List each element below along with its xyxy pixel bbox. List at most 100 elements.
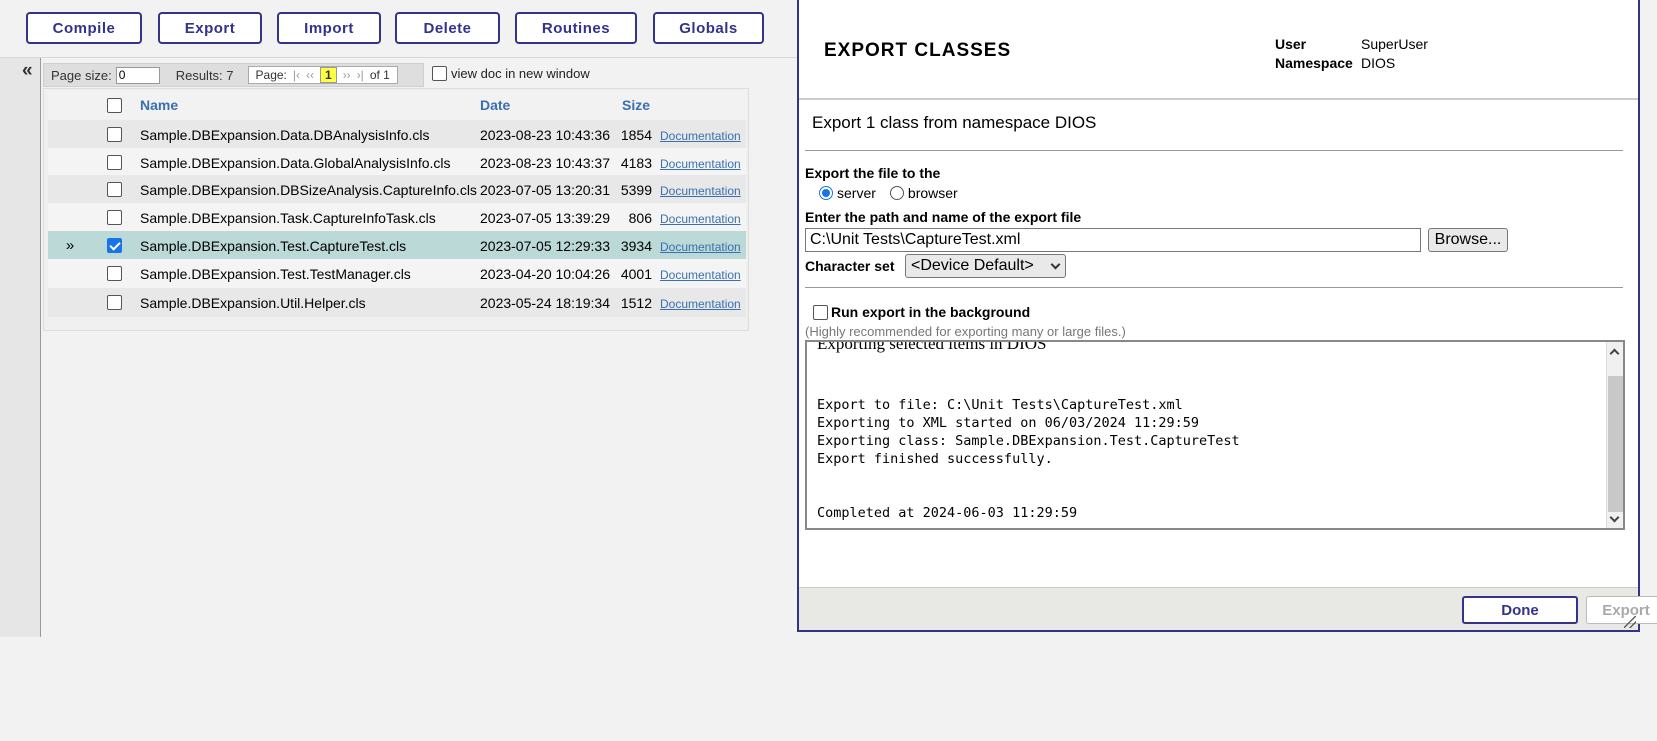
row-checkbox[interactable] [106,295,122,310]
log-partial-line: Exporting selected items in DIOS [817,340,1047,353]
dialog-header: EXPORT CLASSES User SuperUser Namespace … [799,0,1638,100]
table-row[interactable]: Sample.DBExpansion.Test.TestManager.cls … [48,259,746,288]
export-toolbar-button[interactable]: Export [158,12,262,44]
chevron-down-icon [1050,259,1061,270]
class-date: 2023-08-23 10:43:37 [480,154,610,171]
table-row[interactable]: Sample.DBExpansion.Util.Helper.cls 2023-… [48,288,746,317]
server-radio[interactable] [819,186,833,200]
view-doc-label: view doc in new window [451,66,590,81]
log-text: Export to file: C:\Unit Tests\CaptureTes… [817,397,1240,521]
prev-page-icon[interactable]: ‹‹ [306,68,314,82]
class-name: Sample.DBExpansion.DBSizeAnalysis.Captur… [140,181,477,198]
toolbar: Compile Export Import Delete Routines Gl… [0,0,800,58]
import-button[interactable]: Import [277,12,381,44]
class-size: 3934 [620,237,652,254]
class-size: 4183 [620,154,652,171]
routines-button[interactable]: Routines [515,12,637,44]
dialog-footer: Done Export [799,587,1657,630]
scroll-thumb[interactable] [1608,376,1623,512]
divider [805,287,1623,288]
export-path-input[interactable] [805,228,1421,252]
user-value: SuperUser [1361,36,1428,52]
documentation-link[interactable]: Documentation [660,240,741,254]
next-page-icon[interactable]: ›› [343,68,351,82]
documentation-link[interactable]: Documentation [660,297,741,311]
class-size: 4001 [620,265,652,282]
log-scrollbar[interactable] [1606,342,1623,528]
view-doc-checkbox[interactable] [432,66,447,81]
scroll-down-icon[interactable] [1609,512,1620,523]
collapse-icon[interactable]: « [22,60,33,82]
class-date: 2023-07-05 13:39:29 [480,209,610,226]
export-classes-dialog: EXPORT CLASSES User SuperUser Namespace … [797,0,1657,632]
page-size-label: Page size: [51,67,112,83]
page-size-input[interactable] [115,66,160,84]
browse-button[interactable]: Browse... [1428,228,1508,252]
view-doc-option: view doc in new window [432,66,590,81]
classes-table: Name Date Size Sample.DBExpansion.Data.D… [43,88,749,331]
class-date: 2023-04-20 10:04:26 [480,265,610,282]
user-label: User [1275,36,1307,52]
documentation-link[interactable]: Documentation [660,268,741,282]
results-count: Results: 7 [175,67,234,83]
browser-radio-label: browser [907,185,958,201]
class-name: Sample.DBExpansion.Data.GlobalAnalysisIn… [140,154,451,171]
documentation-link[interactable]: Documentation [660,212,741,226]
date-column-header[interactable]: Date [476,97,618,113]
browser-radio[interactable] [889,186,904,200]
current-page[interactable]: 1 [320,67,337,83]
namespace-value: DIOS [1361,55,1396,71]
class-date: 2023-05-24 18:19:34 [480,294,610,311]
class-name: Sample.DBExpansion.Test.CaptureTest.cls [140,237,407,254]
class-size: 5399 [620,181,652,198]
last-page-icon[interactable]: ›| [357,68,364,82]
class-size: 1854 [620,126,652,143]
documentation-link[interactable]: Documentation [660,184,741,198]
charset-select[interactable]: <Device Default> [905,254,1066,278]
scroll-up-icon[interactable] [1609,348,1620,359]
background-checkbox[interactable] [813,304,828,320]
background-hint: (Highly recommended for exporting many o… [805,324,1126,339]
table-row[interactable]: Sample.DBExpansion.Task.CaptureInfoTask.… [48,203,746,232]
export-log[interactable]: Exporting selected items in DIOS Export … [805,340,1625,530]
class-size: 1512 [620,294,652,311]
done-button[interactable]: Done [1462,596,1578,624]
class-date: 2023-07-05 13:20:31 [480,181,610,198]
class-name: Sample.DBExpansion.Test.TestManager.cls [140,265,411,282]
dialog-subtitle: Export 1 class from namespace DIOS [812,113,1097,132]
left-panel-strip [0,58,41,637]
resize-grip-icon[interactable] [1624,616,1636,628]
globals-button[interactable]: Globals [653,12,764,44]
table-row[interactable]: Sample.DBExpansion.DBSizeAnalysis.Captur… [48,175,746,204]
compile-button[interactable]: Compile [26,12,142,44]
row-checkbox[interactable] [106,182,122,197]
row-checkbox[interactable] [106,127,122,142]
select-all-checkbox[interactable] [106,97,122,113]
class-date: 2023-07-05 12:29:33 [480,237,610,254]
delete-button[interactable]: Delete [395,12,500,44]
table-row[interactable]: Sample.DBExpansion.Data.DBAnalysisInfo.c… [48,120,746,149]
class-name: Sample.DBExpansion.Util.Helper.cls [140,294,366,311]
documentation-link[interactable]: Documentation [660,157,741,171]
dialog-title: EXPORT CLASSES [824,40,1012,61]
row-checkbox[interactable] [106,266,122,281]
server-radio-label: server [837,185,876,201]
documentation-link[interactable]: Documentation [660,129,741,143]
class-name: Sample.DBExpansion.Data.DBAnalysisInfo.c… [140,126,430,143]
row-checkbox[interactable] [106,210,122,225]
table-row-selected[interactable]: » Sample.DBExpansion.Test.CaptureTest.cl… [48,231,746,260]
table-row[interactable]: Sample.DBExpansion.Data.GlobalAnalysisIn… [48,148,746,177]
background-label: Run export in the background [831,304,1031,320]
row-checkbox[interactable] [106,238,122,253]
charset-label: Character set [805,258,895,274]
results-bar: Page size: Results: 7 Page: |‹ ‹‹ 1 ›› ›… [43,63,424,87]
size-column-header[interactable]: Size [618,97,656,113]
export-button-disabled[interactable]: Export [1586,596,1657,624]
row-checkbox[interactable] [106,155,122,170]
class-date: 2023-08-23 10:43:36 [480,126,610,143]
first-page-icon[interactable]: |‹ [293,68,300,82]
page-count: of 1 [369,68,390,82]
name-column-header[interactable]: Name [136,97,476,113]
class-size: 806 [628,209,652,226]
page-label: Page: [255,68,287,82]
